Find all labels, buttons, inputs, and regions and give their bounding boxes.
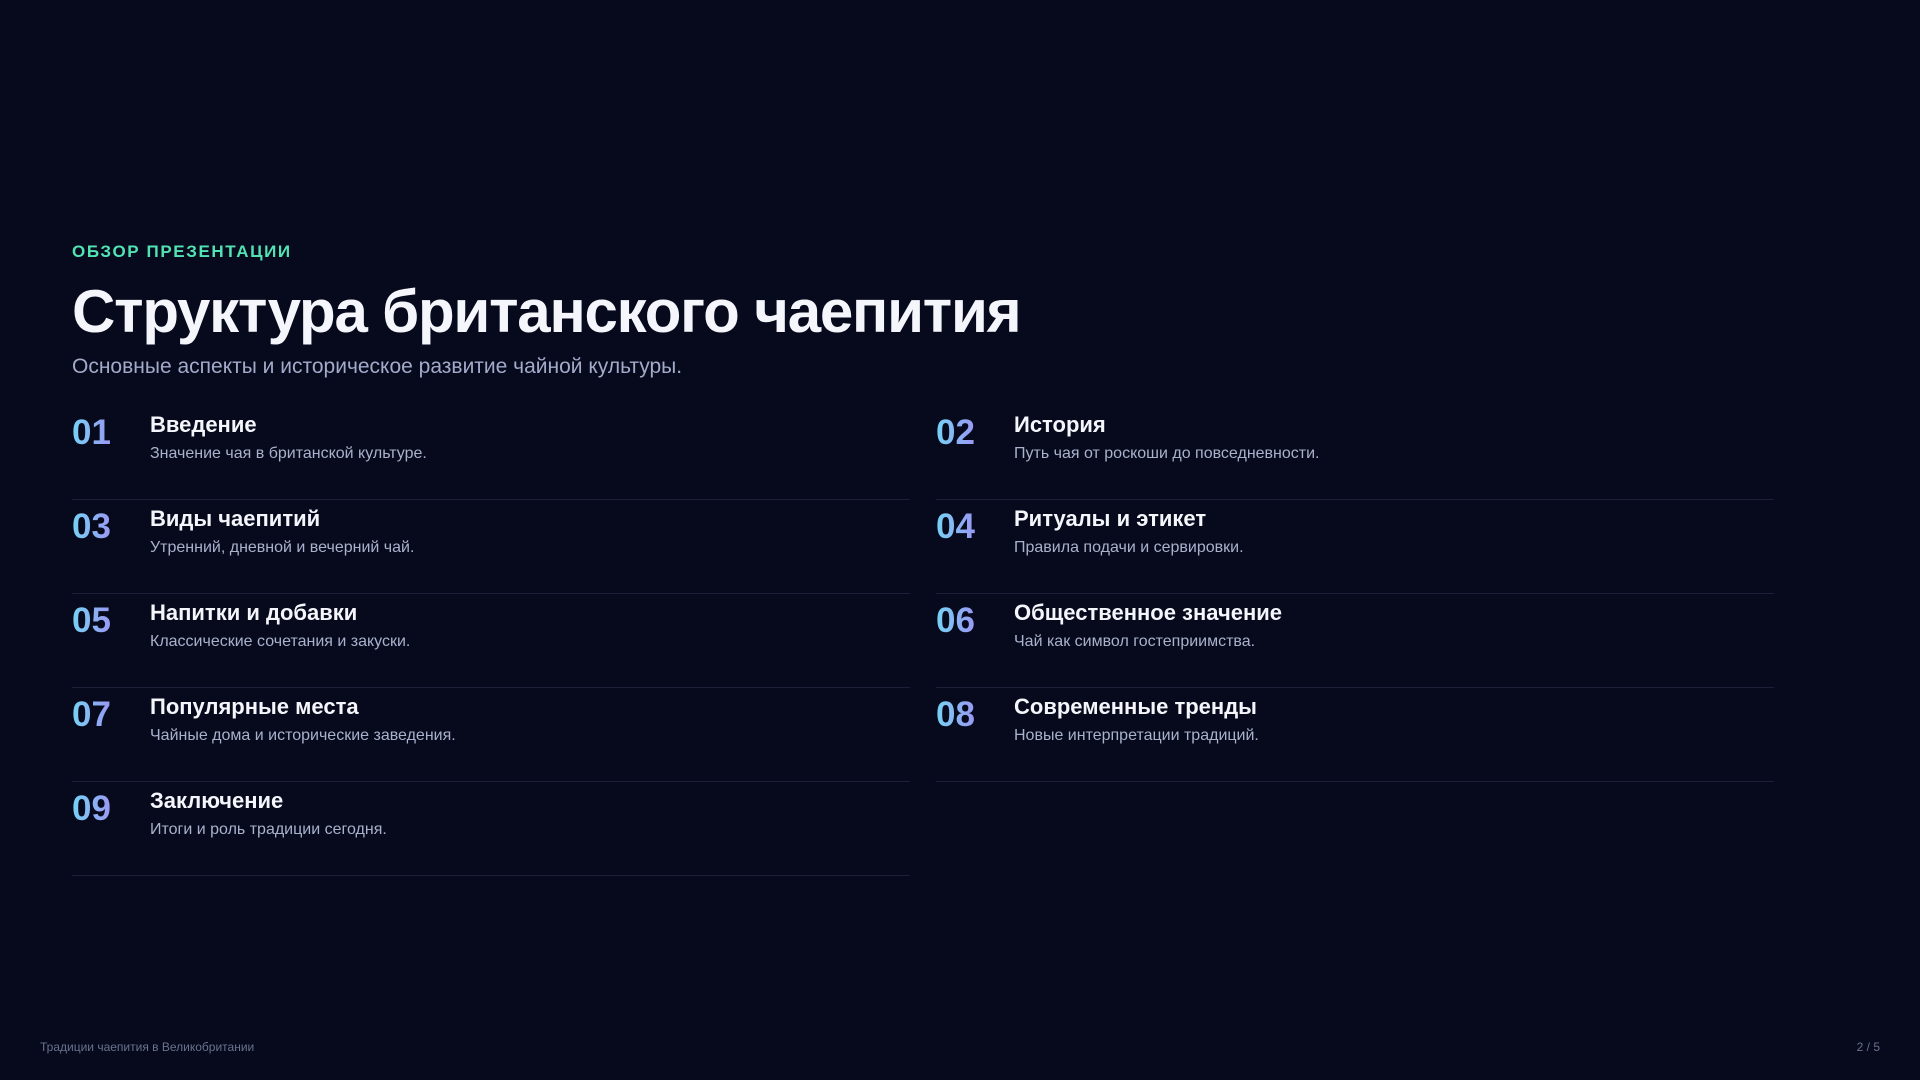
agenda-item-number: 09: [72, 789, 111, 828]
agenda-item-number: 04: [936, 507, 975, 546]
agenda-item-title: Современные тренды: [1014, 694, 1257, 719]
agenda-item-04: 04 Ритуалы и этикет Правила подачи и сер…: [936, 500, 1774, 594]
agenda-item-description: Правила подачи и сервировки.: [1014, 539, 1244, 556]
agenda-grid: 01 Введение Значение чая в британской ку…: [72, 406, 1774, 876]
agenda-item-05: 05 Напитки и добавки Классические сочета…: [72, 594, 910, 688]
footer-presentation-title: Традиции чаепития в Великобритании: [40, 1040, 255, 1054]
agenda-item-08: 08 Современные тренды Новые интерпретаци…: [936, 688, 1774, 782]
agenda-item-07: 07 Популярные места Чайные дома и истори…: [72, 688, 910, 782]
agenda-item-description: Новые интерпретации традиций.: [1014, 727, 1259, 744]
agenda-item-description: Чай как символ гостеприимства.: [1014, 633, 1256, 650]
agenda-item-title: Ритуалы и этикет: [1014, 506, 1207, 531]
agenda-item-number: 02: [936, 413, 975, 452]
agenda-item-title: Заключение: [150, 788, 284, 813]
agenda-item-description: Классические сочетания и закуски.: [150, 633, 411, 650]
agenda-item-description: Итоги и роль традиции сегодня.: [150, 821, 387, 838]
agenda-item-title: Введение: [150, 412, 257, 437]
agenda-item-01: 01 Введение Значение чая в британской ку…: [72, 406, 910, 500]
slide-header: ОБЗОР ПРЕЗЕНТАЦИИ Структура британского …: [72, 238, 1772, 382]
agenda-item-03: 03 Виды чаепитий Утренний, дневной и веч…: [72, 500, 910, 594]
slide-subtitle: Основные аспекты и историческое развитие…: [72, 355, 683, 378]
agenda-item-title: Виды чаепитий: [150, 506, 321, 531]
agenda-item-number: 05: [72, 601, 111, 640]
page-indicator: 2 / 5: [1856, 1040, 1880, 1054]
slide-title: Структура британского чаепития: [72, 278, 1022, 345]
agenda-item-title: Популярные места: [150, 694, 359, 719]
agenda-item-number: 08: [936, 695, 975, 734]
agenda-item-title: Общественное значение: [1014, 600, 1283, 625]
agenda-item-title: История: [1014, 412, 1106, 437]
agenda-item-09: 09 Заключение Итоги и роль традиции сего…: [72, 782, 910, 876]
agenda-item-06: 06 Общественное значение Чай как символ …: [936, 594, 1774, 688]
agenda-item-description: Значение чая в британской культуре.: [150, 445, 427, 462]
agenda-item-number: 03: [72, 507, 111, 546]
agenda-item-number: 01: [72, 413, 111, 452]
slide: ОБЗОР ПРЕЗЕНТАЦИИ Структура британского …: [0, 0, 1920, 1080]
agenda-item-description: Чайные дома и исторические заведения.: [150, 727, 456, 744]
agenda-item-number: 06: [936, 601, 975, 640]
section-eyebrow: ОБЗОР ПРЕЗЕНТАЦИИ: [72, 242, 292, 261]
agenda-item-02: 02 История Путь чая от роскоши до повсед…: [936, 406, 1774, 500]
agenda-item-title: Напитки и добавки: [150, 600, 358, 625]
agenda-item-description: Утренний, дневной и вечерний чай.: [150, 539, 415, 556]
agenda-item-number: 07: [72, 695, 111, 734]
agenda-item-description: Путь чая от роскоши до повседневности.: [1014, 445, 1320, 462]
